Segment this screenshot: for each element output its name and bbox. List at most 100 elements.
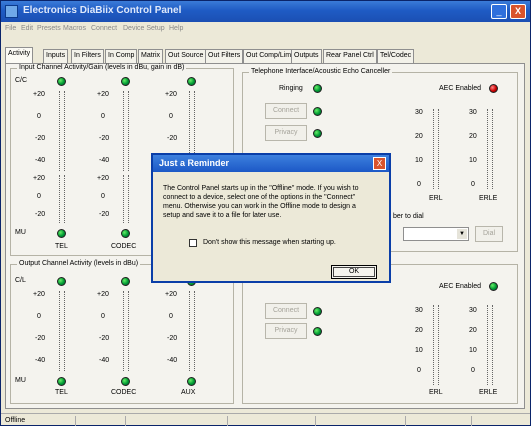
codec-in-activity-led [121,77,130,86]
tel-in-level-meter [59,91,65,171]
tel-gain-slider[interactable] [59,175,65,223]
codec-connect-led [313,307,322,316]
tel-group-title: Telephone Interface/Acoustic Echo Cancel… [249,68,393,75]
gain-scale-label: -20 [99,211,110,218]
menu-help[interactable]: Help [169,25,183,32]
erl-scale-label: 0 [417,181,421,188]
erle-scale-label: 20 [469,133,477,140]
codec-connect-button[interactable]: Connect [265,303,307,319]
tab-in-comp[interactable]: In Comp [105,49,138,63]
scale-label: 0 [101,313,105,320]
dialog-message: The Control Panel starts up in the "Offl… [163,184,385,220]
tel-privacy-button[interactable]: Privacy [265,125,307,141]
codec-erl-meter [433,305,439,385]
menu-file[interactable]: File [5,25,16,32]
tab-out-source[interactable]: Out Source [165,49,207,63]
tel-erl-meter [433,109,439,189]
scale-label: +20 [97,91,109,98]
dont-show-checkbox[interactable] [189,239,197,247]
scale-label: -20 [35,135,46,142]
menu-macros[interactable]: Macros [63,25,86,32]
tel-privacy-led [313,129,322,138]
erl-scale-label: 20 [415,327,423,334]
number-to-dial-label: ber to dial [393,213,424,220]
scale-label: -20 [167,335,178,342]
tab-tel-codec[interactable]: Tel/Codec [377,49,415,63]
codec-privacy-led [313,327,322,336]
reminder-dialog: Just a Reminder X The Control Panel star… [151,153,391,283]
dont-show-label[interactable]: Don't show this message when starting up… [203,239,336,246]
tel-erle-label: ERLE [479,195,498,202]
tel-out-activity-led [57,277,66,286]
scale-label: 0 [169,113,173,120]
minimize-button[interactable]: _ [491,4,507,19]
scale-label: 0 [37,313,41,320]
erle-scale-label: 10 [469,347,477,354]
erl-scale-label: 20 [415,133,423,140]
tel-in-activity-led [57,77,66,86]
dialog-close-button[interactable]: X [373,157,386,170]
status-divider [125,416,126,426]
erle-scale-label: 0 [471,181,475,188]
codec-gain-slider[interactable] [123,175,129,223]
codec-erle-meter [487,305,493,385]
scale-label: +20 [165,291,177,298]
tel-erle-meter [487,109,493,189]
menu-connect[interactable]: Connect [91,25,117,32]
dialog-title[interactable]: Just a Reminder [153,155,389,172]
mu-label: MU [15,377,26,384]
scale-label: -20 [99,335,110,342]
scale-label: +20 [165,91,177,98]
dial-button[interactable]: Dial [475,226,503,242]
tel-in-mute-led[interactable] [57,229,66,238]
title-bar[interactable]: Electronics DiaBiix Control Panel _ X [1,1,530,22]
output-channel-group: Output Channel Activity (levels in dBu) … [10,260,234,404]
chevron-down-icon[interactable]: ▼ [457,229,467,239]
codec-out-level-meter [123,291,129,371]
ok-button[interactable]: OK [331,265,377,279]
tab-matrix[interactable]: Matrix [138,49,164,63]
close-button[interactable]: X [510,4,526,19]
cc-label: C/C [15,77,28,84]
scale-label: +20 [33,291,45,298]
scale-label: -40 [35,157,46,164]
tab-activity[interactable]: Activity [5,47,34,63]
erl-scale-label: 30 [415,109,423,116]
mu-label: MU [15,229,26,236]
codec-aec-led[interactable] [489,282,498,291]
tab-inputs[interactable]: Inputs [43,49,69,63]
erl-scale-label: 30 [415,307,423,314]
tab-out-comp-lim[interactable]: Out Comp/Lim [243,49,295,63]
tab-outputs[interactable]: Outputs [291,49,322,63]
menu-edit[interactable]: Edit [21,25,33,32]
tab-in-filters[interactable]: In Filters [71,49,104,63]
aux-out-mute-led[interactable] [187,377,196,386]
codec-aec-label: AEC Enabled [439,283,482,290]
tab-out-filters[interactable]: Out Filters [205,49,244,63]
ringing-label: Ringing [279,85,303,92]
codec-in-mute-led[interactable] [121,229,130,238]
erle-scale-label: 30 [469,109,477,116]
menu-presets[interactable]: Presets [37,25,61,32]
dialog-message-line: connect to a device, select one of the o… [163,194,356,201]
channel-tel-label: TEL [55,243,68,250]
menu-device-setup[interactable]: Device Setup [123,25,165,32]
tab-rear-panel-ctrl[interactable]: Rear Panel Ctrl [323,49,377,63]
scale-label: -20 [167,135,178,142]
dial-number-combo[interactable]: ▼ [403,227,469,241]
codec-privacy-button[interactable]: Privacy [265,323,307,339]
scale-label: 0 [169,313,173,320]
ringing-led [313,84,322,93]
codec-out-activity-led [121,277,130,286]
status-divider [405,416,406,426]
erle-scale-label: 10 [469,157,477,164]
scale-label: -20 [35,335,46,342]
tel-aec-led[interactable] [489,84,498,93]
tel-connect-button[interactable]: Connect [265,103,307,119]
codec-out-mute-led[interactable] [121,377,130,386]
scale-label: 0 [101,113,105,120]
status-divider [471,416,472,426]
codec-erle-label: ERLE [479,389,498,396]
tel-out-mute-led[interactable] [57,377,66,386]
erl-scale-label: 10 [415,347,423,354]
